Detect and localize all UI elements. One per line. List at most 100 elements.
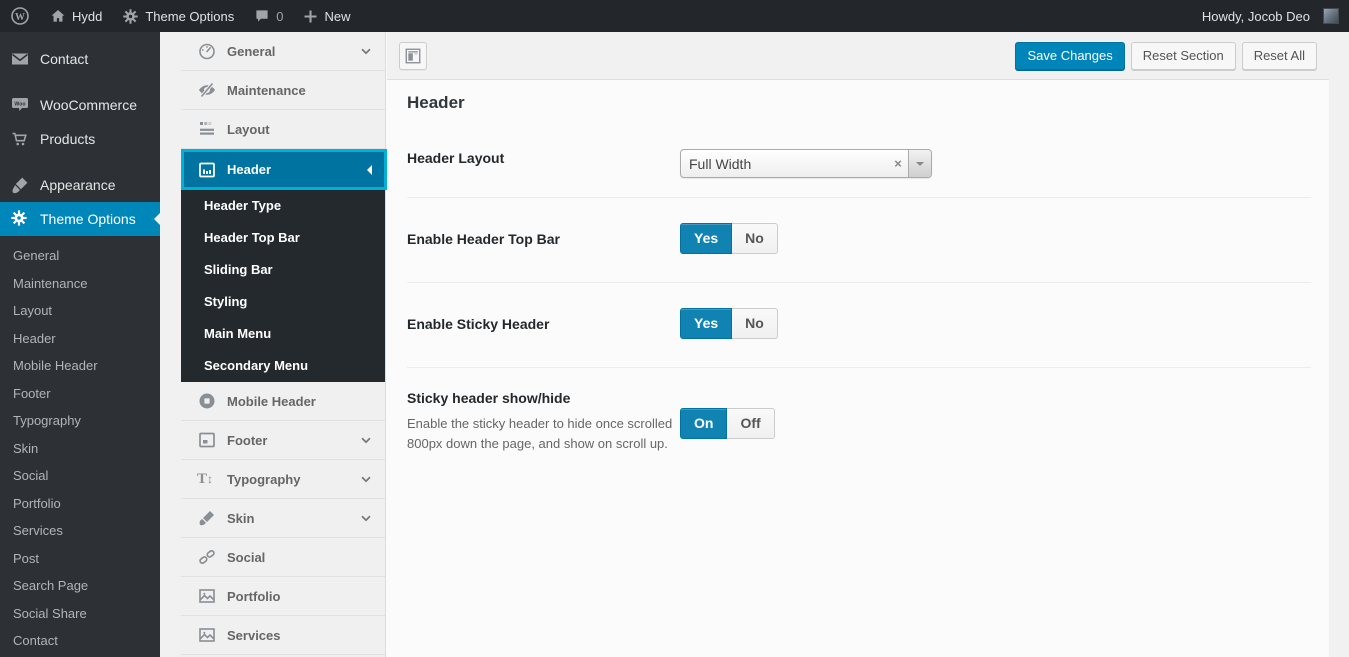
page-title: Header: [407, 93, 1329, 113]
submenu-item-layout[interactable]: Layout: [0, 297, 160, 325]
subsection-styling[interactable]: Styling: [181, 286, 385, 318]
submenu-item-mobile-header[interactable]: Mobile Header: [0, 352, 160, 380]
panel-toggle-button[interactable]: [399, 42, 427, 70]
section-footer[interactable]: Footer: [181, 421, 385, 460]
submenu-item-portfolio[interactable]: Portfolio: [0, 490, 160, 518]
site-name-menu[interactable]: Hydd: [40, 0, 112, 32]
admin-bar: W Hydd Theme Options 0 New Howdy, Jocob …: [0, 0, 1349, 32]
toggle-off-button[interactable]: Off: [727, 408, 774, 439]
sidebar-item-label: WooCommerce: [40, 97, 137, 113]
section-general[interactable]: General: [181, 32, 385, 71]
section-label: Typography: [227, 472, 300, 487]
section-label: Mobile Header: [227, 394, 316, 409]
new-label: New: [324, 9, 350, 24]
header-section-submenu: Header Type Header Top Bar Sliding Bar S…: [181, 190, 385, 382]
theme-options-label: Theme Options: [145, 9, 234, 24]
cart-icon: [10, 129, 30, 149]
submenu-item-search-page[interactable]: Search Page: [0, 572, 160, 600]
section-header[interactable]: Header: [181, 149, 387, 190]
sidebar-item-appearance[interactable]: Appearance: [0, 168, 160, 202]
options-content: Save Changes Reset Section Reset All Hea…: [387, 32, 1329, 657]
comment-bubble-icon: [254, 8, 270, 24]
new-content-menu[interactable]: New: [293, 0, 360, 32]
field-label: Sticky header show/hide: [407, 389, 680, 407]
section-typography[interactable]: T↕ Typography: [181, 460, 385, 499]
submenu-item-footer[interactable]: Footer: [0, 380, 160, 408]
skin-brush-icon: [197, 508, 217, 528]
image-icon: [197, 625, 217, 645]
submenu-item-general[interactable]: General: [0, 242, 160, 270]
section-label: Layout: [227, 122, 270, 137]
dashboard-icon: [197, 41, 217, 61]
field-label: Enable Header Top Bar: [407, 223, 680, 248]
wordpress-logo-icon: W: [10, 6, 30, 26]
toggle-yes-button[interactable]: Yes: [680, 223, 732, 254]
theme-options-admin-menu[interactable]: Theme Options: [112, 0, 244, 32]
section-label: Social: [227, 550, 265, 565]
section-maintenance[interactable]: Maintenance: [181, 71, 385, 110]
field-description: Enable the sticky header to hide once sc…: [407, 414, 689, 453]
header-layout-select[interactable]: Full Width ×: [680, 149, 932, 178]
section-mobile-header[interactable]: Mobile Header: [181, 382, 385, 421]
header-top-bar-toggle: Yes No: [680, 223, 778, 254]
sidebar-item-products[interactable]: Products: [0, 122, 160, 156]
field-header-layout: Header Layout Full Width ×: [407, 113, 1311, 198]
submenu-item-skin[interactable]: Skin: [0, 435, 160, 463]
submenu-item-header[interactable]: Header: [0, 325, 160, 353]
section-label: Header: [227, 162, 271, 177]
gear-icon: [10, 209, 30, 229]
chevron-down-icon: [359, 472, 373, 486]
theme-options-panel: General Maintenance Layout Header Hea: [181, 32, 1329, 657]
subsection-main-menu[interactable]: Main Menu: [181, 318, 385, 350]
submenu-item-services[interactable]: Services: [0, 517, 160, 545]
sidebar-item-woocommerce[interactable]: Woo WooCommerce: [0, 88, 160, 122]
sidebar-item-contact-top[interactable]: Contact: [0, 42, 160, 76]
theme-options-submenu: General Maintenance Layout Header Mobile…: [0, 236, 160, 657]
content-toolbar: Save Changes Reset Section Reset All: [387, 32, 1329, 80]
submenu-item-post[interactable]: Post: [0, 545, 160, 573]
save-changes-button[interactable]: Save Changes: [1015, 42, 1124, 70]
section-social[interactable]: Social: [181, 538, 385, 577]
clear-selection-icon[interactable]: ×: [888, 156, 908, 171]
section-skin[interactable]: Skin: [181, 499, 385, 538]
field-enable-header-top-bar: Enable Header Top Bar Yes No: [407, 198, 1311, 283]
submenu-item-social-share[interactable]: Social Share: [0, 600, 160, 628]
section-portfolio[interactable]: Portfolio: [181, 577, 385, 616]
field-enable-sticky-header: Enable Sticky Header Yes No: [407, 283, 1311, 368]
wp-admin-sidebar: Contact Woo WooCommerce Products Appeara…: [0, 32, 160, 657]
eye-off-icon: [197, 80, 217, 100]
section-services[interactable]: Services: [181, 616, 385, 655]
account-menu[interactable]: Howdy, Jocob Deo: [1192, 8, 1349, 24]
reset-section-button[interactable]: Reset Section: [1131, 42, 1236, 70]
active-section-arrow-icon: [367, 165, 372, 175]
toggle-on-button[interactable]: On: [680, 408, 727, 439]
sidebar-item-theme-options[interactable]: Theme Options: [0, 202, 160, 236]
submenu-item-typography[interactable]: Typography: [0, 407, 160, 435]
subsection-header-type[interactable]: Header Type: [181, 190, 385, 222]
plus-icon: [303, 9, 318, 24]
svg-text:W: W: [15, 12, 25, 23]
comments-menu[interactable]: 0: [244, 0, 293, 32]
active-menu-arrow: [154, 213, 160, 225]
field-sticky-show-hide: Sticky header show/hide Enable the stick…: [407, 368, 1311, 481]
submenu-item-contact[interactable]: Contact: [0, 627, 160, 655]
toggle-yes-button[interactable]: Yes: [680, 308, 732, 339]
submenu-item-maintenance[interactable]: Maintenance: [0, 270, 160, 298]
section-layout[interactable]: Layout: [181, 110, 385, 149]
chevron-down-icon: [359, 44, 373, 58]
toggle-no-button[interactable]: No: [732, 223, 778, 254]
sticky-header-toggle: Yes No: [680, 308, 778, 339]
sidebar-item-label: Contact: [40, 51, 88, 67]
reset-all-button[interactable]: Reset All: [1242, 42, 1317, 70]
options-sections-sidebar: General Maintenance Layout Header Hea: [181, 32, 386, 657]
submenu-item-social[interactable]: Social: [0, 462, 160, 490]
sticky-show-hide-toggle: On Off: [680, 408, 775, 439]
header-icon: [197, 160, 217, 180]
subsection-secondary-menu[interactable]: Secondary Menu: [181, 350, 385, 382]
toggle-no-button[interactable]: No: [732, 308, 778, 339]
subsection-sliding-bar[interactable]: Sliding Bar: [181, 254, 385, 286]
section-label: Maintenance: [227, 83, 306, 98]
subsection-header-top-bar[interactable]: Header Top Bar: [181, 222, 385, 254]
select-dropdown-button[interactable]: [908, 150, 931, 177]
wordpress-logo-menu[interactable]: W: [0, 0, 40, 32]
